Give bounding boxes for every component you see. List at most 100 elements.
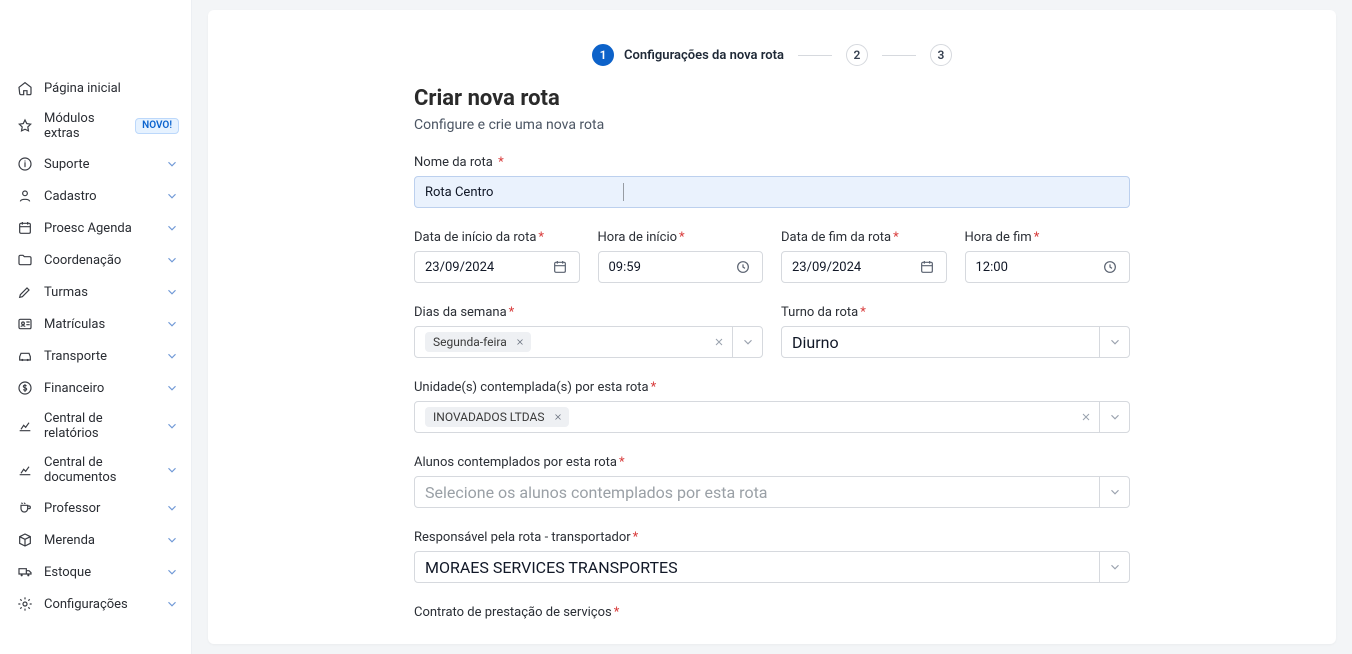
chevron-down-icon[interactable] xyxy=(1099,552,1129,582)
chevron-down-icon xyxy=(165,189,179,203)
route-name-label: Nome da rota * xyxy=(414,155,1130,170)
responsible-label: Responsável pela rota - transportador* xyxy=(414,530,1130,545)
page-subtitle: Configure e crie uma nova rota xyxy=(414,117,1130,133)
sidebar-item-página-inicial[interactable]: Página inicial xyxy=(0,72,191,104)
step-line xyxy=(882,55,916,56)
chip-label: INOVADADOS LTDAS xyxy=(433,410,545,424)
end-date-label: Data de fim da rota* xyxy=(781,230,947,245)
responsible-select[interactable]: MORAES SERVICES TRANSPORTES xyxy=(414,551,1130,583)
chevron-down-icon xyxy=(165,597,179,611)
main: 1 Configurações da nova rota 2 3 Criar n… xyxy=(192,0,1352,654)
chevron-down-icon xyxy=(165,381,179,395)
sidebar-item-módulos-extras[interactable]: Módulos extrasNOVO! xyxy=(0,104,191,148)
sidebar-item-label: Página inicial xyxy=(44,81,179,96)
sidebar-item-label: Módulos extras xyxy=(44,111,125,141)
sidebar-item-proesc-agenda[interactable]: Proesc Agenda xyxy=(0,212,191,244)
home-icon xyxy=(16,79,34,97)
money-icon xyxy=(16,379,34,397)
sidebar-item-financeiro[interactable]: Financeiro xyxy=(0,372,191,404)
step-2-number: 2 xyxy=(846,44,868,66)
sidebar-item-suporte[interactable]: Suporte xyxy=(0,148,191,180)
sidebar-item-central-de-relatórios[interactable]: Central de relatórios xyxy=(0,404,191,448)
info-icon xyxy=(16,155,34,173)
sidebar-item-cadastro[interactable]: Cadastro xyxy=(0,180,191,212)
chevron-down-icon xyxy=(165,317,179,331)
students-label: Alunos contemplados por esta rota* xyxy=(414,455,1130,470)
students-select[interactable]: Selecione os alunos contemplados por est… xyxy=(414,476,1130,508)
step-2[interactable]: 2 xyxy=(846,44,868,66)
sidebar-item-label: Merenda xyxy=(44,533,155,548)
start-time-input[interactable]: 09:59 xyxy=(598,251,764,283)
start-date-value: 23/09/2024 xyxy=(425,260,494,275)
end-time-label: Hora de fim* xyxy=(965,230,1131,245)
sidebar-item-central-de-documentos[interactable]: Central de documentos xyxy=(0,448,191,492)
box-icon xyxy=(16,531,34,549)
sidebar-item-professor[interactable]: Professor xyxy=(0,492,191,524)
days-select[interactable]: Segunda-feira xyxy=(414,326,763,358)
chevron-down-icon xyxy=(165,253,179,267)
route-name-input[interactable]: Rota Centro xyxy=(414,176,1130,208)
sidebar-item-estoque[interactable]: Estoque xyxy=(0,556,191,588)
stepper: 1 Configurações da nova rota 2 3 xyxy=(208,34,1336,86)
sidebar-item-label: Proesc Agenda xyxy=(44,221,155,236)
start-date-input[interactable]: 23/09/2024 xyxy=(414,251,580,283)
sidebar-item-label: Estoque xyxy=(44,565,155,580)
chevron-down-icon xyxy=(165,463,179,477)
sidebar-item-label: Suporte xyxy=(44,157,155,172)
shift-label: Turno da rota* xyxy=(781,305,1130,320)
cup-icon xyxy=(16,499,34,517)
sidebar-item-matrículas[interactable]: Matrículas xyxy=(0,308,191,340)
content-card: 1 Configurações da nova rota 2 3 Criar n… xyxy=(208,10,1336,644)
step-1[interactable]: 1 Configurações da nova rota xyxy=(592,44,784,66)
chevron-down-icon[interactable] xyxy=(1099,402,1129,432)
sidebar-item-label: Professor xyxy=(44,501,155,516)
id-icon xyxy=(16,315,34,333)
sidebar-item-label: Financeiro xyxy=(44,381,155,396)
chevron-down-icon xyxy=(165,221,179,235)
sidebar-item-label: Coordenação xyxy=(44,253,155,268)
end-time-value: 12:00 xyxy=(976,260,1008,275)
units-select[interactable]: INOVADADOS LTDAS xyxy=(414,401,1130,433)
shift-select[interactable]: Diurno xyxy=(781,326,1130,358)
chevron-down-icon[interactable] xyxy=(1099,477,1129,507)
chevron-down-icon xyxy=(165,285,179,299)
end-date-input[interactable]: 23/09/2024 xyxy=(781,251,947,283)
start-time-value: 09:59 xyxy=(609,260,641,275)
chevron-down-icon xyxy=(165,501,179,515)
sidebar-item-configurações[interactable]: Configurações xyxy=(0,588,191,620)
chevron-down-icon[interactable] xyxy=(732,327,762,357)
chip-remove-icon[interactable] xyxy=(515,337,525,347)
sidebar-item-coordenação[interactable]: Coordenação xyxy=(0,244,191,276)
pencil-icon xyxy=(16,283,34,301)
calendar-icon xyxy=(918,258,936,276)
end-date-value: 23/09/2024 xyxy=(792,260,861,275)
clear-icon[interactable] xyxy=(706,327,732,357)
sidebar-item-transporte[interactable]: Transporte xyxy=(0,340,191,372)
chevron-down-icon xyxy=(165,565,179,579)
calendar-icon xyxy=(551,258,569,276)
chart-icon xyxy=(16,417,34,435)
page-title: Criar nova rota xyxy=(414,86,1130,111)
chevron-down-icon xyxy=(165,533,179,547)
sidebar-item-merenda[interactable]: Merenda xyxy=(0,524,191,556)
start-time-label: Hora de início* xyxy=(598,230,764,245)
step-3[interactable]: 3 xyxy=(930,44,952,66)
chevron-down-icon[interactable] xyxy=(1099,327,1129,357)
chevron-down-icon xyxy=(165,419,179,433)
units-label: Unidade(s) contemplada(s) por esta rota* xyxy=(414,380,1130,395)
gear-icon xyxy=(16,595,34,613)
sidebar-item-label: Turmas xyxy=(44,285,155,300)
chip-remove-icon[interactable] xyxy=(553,412,563,422)
contract-label: Contrato de prestação de serviços* xyxy=(414,605,1130,620)
step-line xyxy=(798,55,832,56)
folder-icon xyxy=(16,251,34,269)
sidebar-item-turmas[interactable]: Turmas xyxy=(0,276,191,308)
unit-chip[interactable]: INOVADADOS LTDAS xyxy=(425,407,569,427)
sidebar-item-label: Transporte xyxy=(44,349,155,364)
end-time-input[interactable]: 12:00 xyxy=(965,251,1131,283)
shift-value: Diurno xyxy=(792,333,839,352)
day-chip[interactable]: Segunda-feira xyxy=(425,332,531,352)
students-placeholder: Selecione os alunos contemplados por est… xyxy=(425,483,768,502)
step-1-number: 1 xyxy=(592,44,614,66)
clear-icon[interactable] xyxy=(1073,402,1099,432)
